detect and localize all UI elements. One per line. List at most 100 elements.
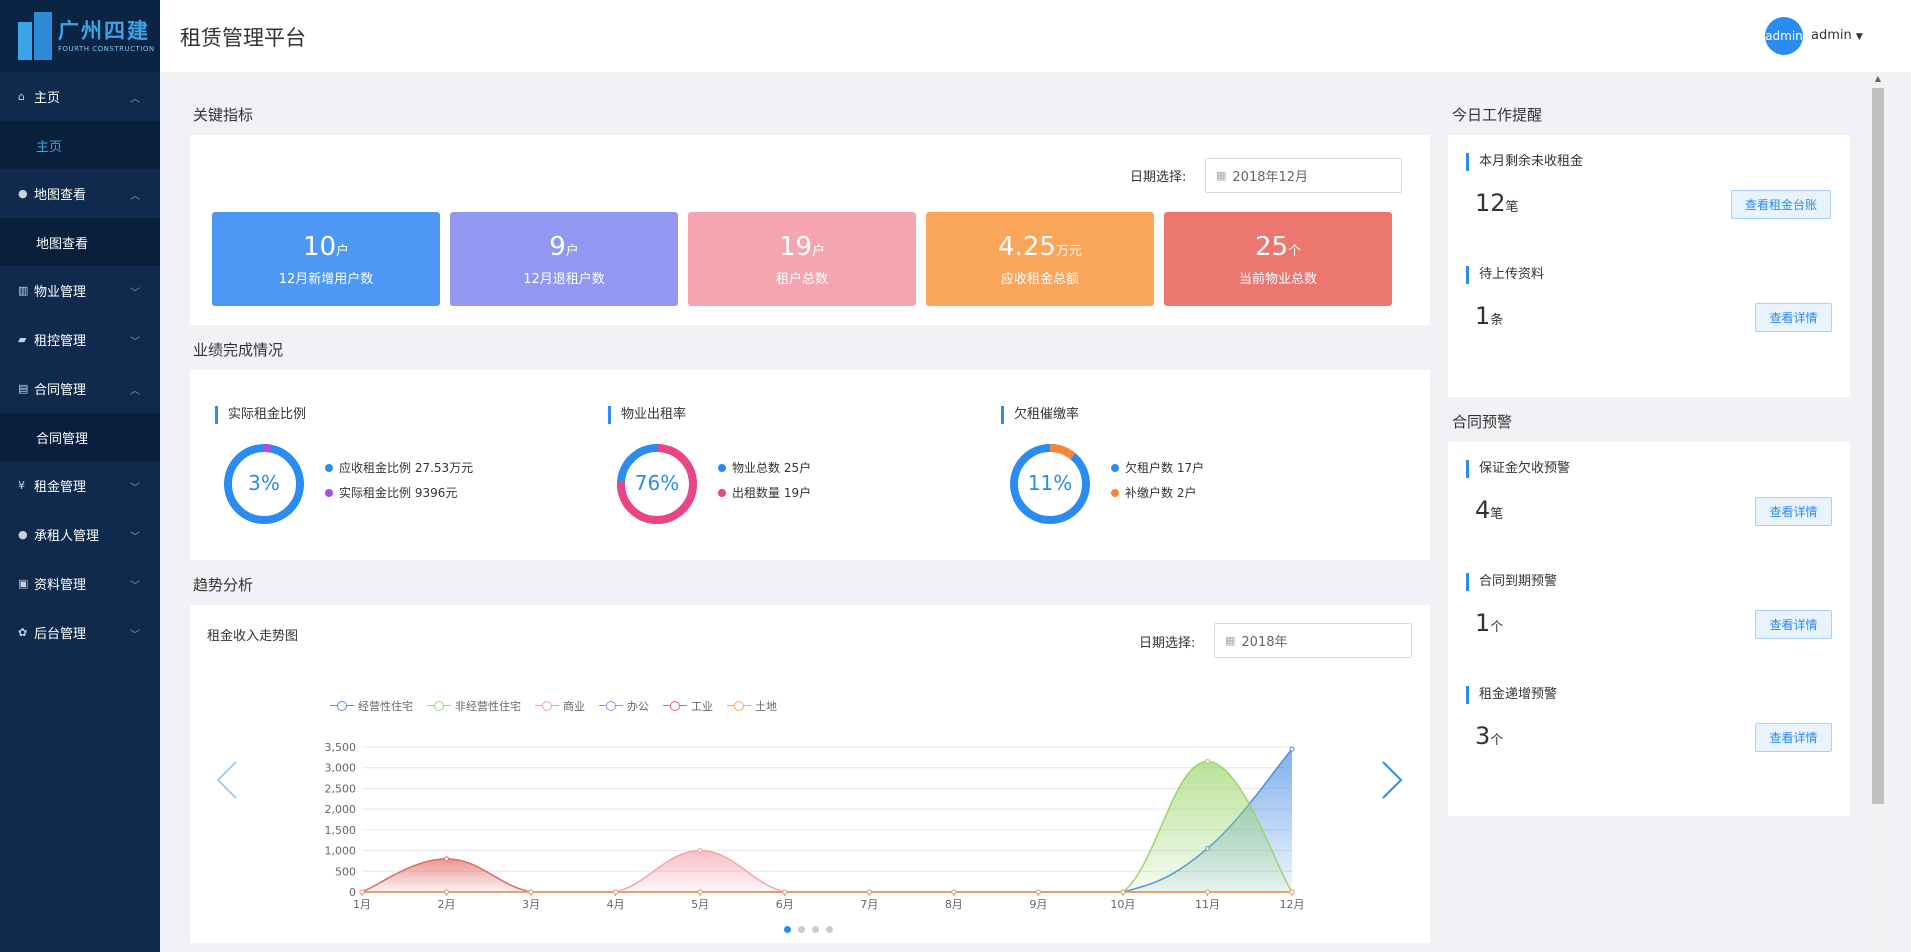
sidebar-item-5[interactable]: ¥ 租金管理 ﹀	[0, 461, 160, 510]
page-title: 租赁管理平台	[180, 26, 306, 50]
data-point[interactable]	[1289, 889, 1295, 895]
legend-item[interactable]: 工业	[663, 698, 713, 714]
data-point[interactable]	[444, 889, 450, 895]
key-metrics-title: 关键指标	[193, 106, 254, 124]
y-tick-label: 1,000	[325, 845, 357, 858]
data-point[interactable]	[444, 856, 450, 862]
scrollbar-thumb[interactable]	[1872, 88, 1884, 804]
kpi-card[interactable]: 25个 当前物业总数	[1164, 212, 1392, 306]
carousel-next-icon[interactable]	[1379, 758, 1405, 802]
kpi-value: 10户	[212, 232, 440, 262]
sidebar-item-1[interactable]: ● 地图查看 ︿	[0, 169, 160, 218]
legend-marker	[599, 701, 623, 711]
trend-date-value: 2018年	[1241, 635, 1288, 650]
data-point[interactable]	[1035, 889, 1041, 895]
yen-icon: ¥	[18, 479, 25, 492]
key-metrics-date-value: 2018年12月	[1232, 170, 1309, 185]
data-point[interactable]	[1204, 759, 1210, 764]
calendar-icon: ▦	[1216, 169, 1227, 182]
legend-label: 办公	[627, 700, 649, 713]
sidebar-item-4[interactable]: ▤ 合同管理 ︿	[0, 364, 160, 413]
data-point[interactable]	[782, 889, 788, 895]
data-point[interactable]	[951, 889, 957, 895]
carousel-pager	[784, 926, 840, 933]
legend-item[interactable]: 经营性住宅	[330, 698, 413, 714]
ring-title: 实际租金比例	[215, 406, 306, 424]
user-menu[interactable]: admin ▼	[1811, 28, 1863, 43]
ring-percent: 11%	[1027, 471, 1073, 495]
legend-item[interactable]: 商业	[535, 698, 585, 714]
key-metrics-date-input[interactable]: ▦ 2018年12月	[1205, 158, 1402, 193]
legend-dot	[325, 488, 333, 497]
y-tick-label: 500	[335, 865, 356, 878]
data-point[interactable]	[1204, 889, 1210, 895]
data-point[interactable]	[613, 889, 619, 895]
reminder-button[interactable]: 查看详情	[1755, 497, 1832, 526]
reminder-button[interactable]: 查看详情	[1755, 303, 1832, 332]
reminder-button[interactable]: 查看详情	[1755, 610, 1832, 639]
sidebar-item-label: 主页	[34, 91, 61, 106]
legend-item[interactable]: 非经营性住宅	[427, 698, 521, 714]
legend-dot	[1111, 463, 1119, 472]
data-point[interactable]	[1120, 889, 1126, 895]
sidebar-item-7[interactable]: ▣ 资料管理 ﹀	[0, 559, 160, 608]
trend-date-input[interactable]: ▦ 2018年	[1214, 623, 1412, 658]
performance-title: 业绩完成情况	[193, 341, 284, 359]
brand-logo[interactable]: 广州四建 FOURTH CONSTRUCTION	[0, 0, 160, 72]
x-tick-label: 8月	[945, 898, 963, 911]
sidebar-subitem-0[interactable]: 主页	[0, 121, 160, 169]
reminder-button[interactable]: 查看租金台账	[1731, 190, 1831, 219]
data-point[interactable]	[697, 889, 703, 895]
kpi-unit: 户	[812, 244, 826, 259]
kpi-card[interactable]: 10户 12月新增用户数	[212, 212, 440, 306]
reminder-number: 4	[1475, 496, 1491, 524]
sidebar-item-3[interactable]: ▰ 租控管理 ﹀	[0, 315, 160, 364]
pager-dot[interactable]	[784, 926, 791, 933]
data-point[interactable]	[359, 889, 365, 895]
reminder-value: 1个	[1475, 609, 1503, 637]
legend-dot	[1111, 488, 1119, 497]
pager-dot[interactable]	[826, 926, 833, 933]
kpi-card[interactable]: 19户 租户总数	[688, 212, 916, 306]
calendar-icon: ▦	[1225, 634, 1236, 647]
legend-text: 物业总数 25户	[732, 461, 812, 475]
data-point[interactable]	[866, 889, 872, 895]
map-pin-icon: ●	[18, 187, 28, 200]
carousel-prev-icon[interactable]	[214, 758, 240, 802]
scroll-up-icon[interactable]: ▲	[1872, 74, 1884, 86]
pager-dot[interactable]	[798, 926, 805, 933]
ring-title: 物业出租率	[608, 406, 686, 424]
y-tick-label: 1,500	[325, 824, 357, 837]
sidebar-item-0[interactable]: ⌂ 主页 ︿	[0, 72, 160, 121]
reminder-button[interactable]: 查看详情	[1755, 723, 1832, 752]
sidebar-item-8[interactable]: ✿ 后台管理 ﹀	[0, 608, 160, 657]
legend-label: 非经营性住宅	[455, 700, 521, 713]
ring-percent: 3%	[248, 471, 280, 495]
data-point[interactable]	[697, 848, 703, 854]
legend-text: 出租数量 19户	[732, 486, 812, 500]
key-metrics-date-label: 日期选择:	[1130, 170, 1187, 185]
legend-text: 欠租户数 17户	[1125, 461, 1205, 475]
legend-marker	[427, 701, 451, 711]
kpi-number: 10	[302, 232, 337, 262]
ring-legend-item: 补缴户数 2户	[1111, 484, 1196, 501]
kpi-card[interactable]: 9户 12月退租户数	[450, 212, 678, 306]
legend-item[interactable]: 办公	[599, 698, 649, 714]
avatar[interactable]: admin	[1765, 17, 1803, 55]
sidebar-subitem-4[interactable]: 合同管理	[0, 413, 160, 461]
kpi-card[interactable]: 4.25万元 应收租金总额	[926, 212, 1154, 306]
chevron-down-icon: ﹀	[130, 581, 140, 592]
data-point[interactable]	[1289, 746, 1295, 752]
data-point[interactable]	[528, 889, 534, 895]
legend-label: 经营性住宅	[358, 700, 413, 713]
reminder-value: 1条	[1475, 302, 1503, 330]
sidebar-subitem-1[interactable]: 地图查看	[0, 218, 160, 266]
sidebar-item-6[interactable]: ● 承租人管理 ﹀	[0, 510, 160, 559]
legend-item[interactable]: 土地	[727, 698, 777, 714]
reminder-number: 3	[1475, 722, 1491, 750]
legend-label: 工业	[691, 700, 713, 713]
legend-marker	[330, 701, 354, 711]
chevron-down-icon: ﹀	[130, 483, 140, 494]
sidebar-item-2[interactable]: ▥ 物业管理 ﹀	[0, 266, 160, 315]
pager-dot[interactable]	[812, 926, 819, 933]
